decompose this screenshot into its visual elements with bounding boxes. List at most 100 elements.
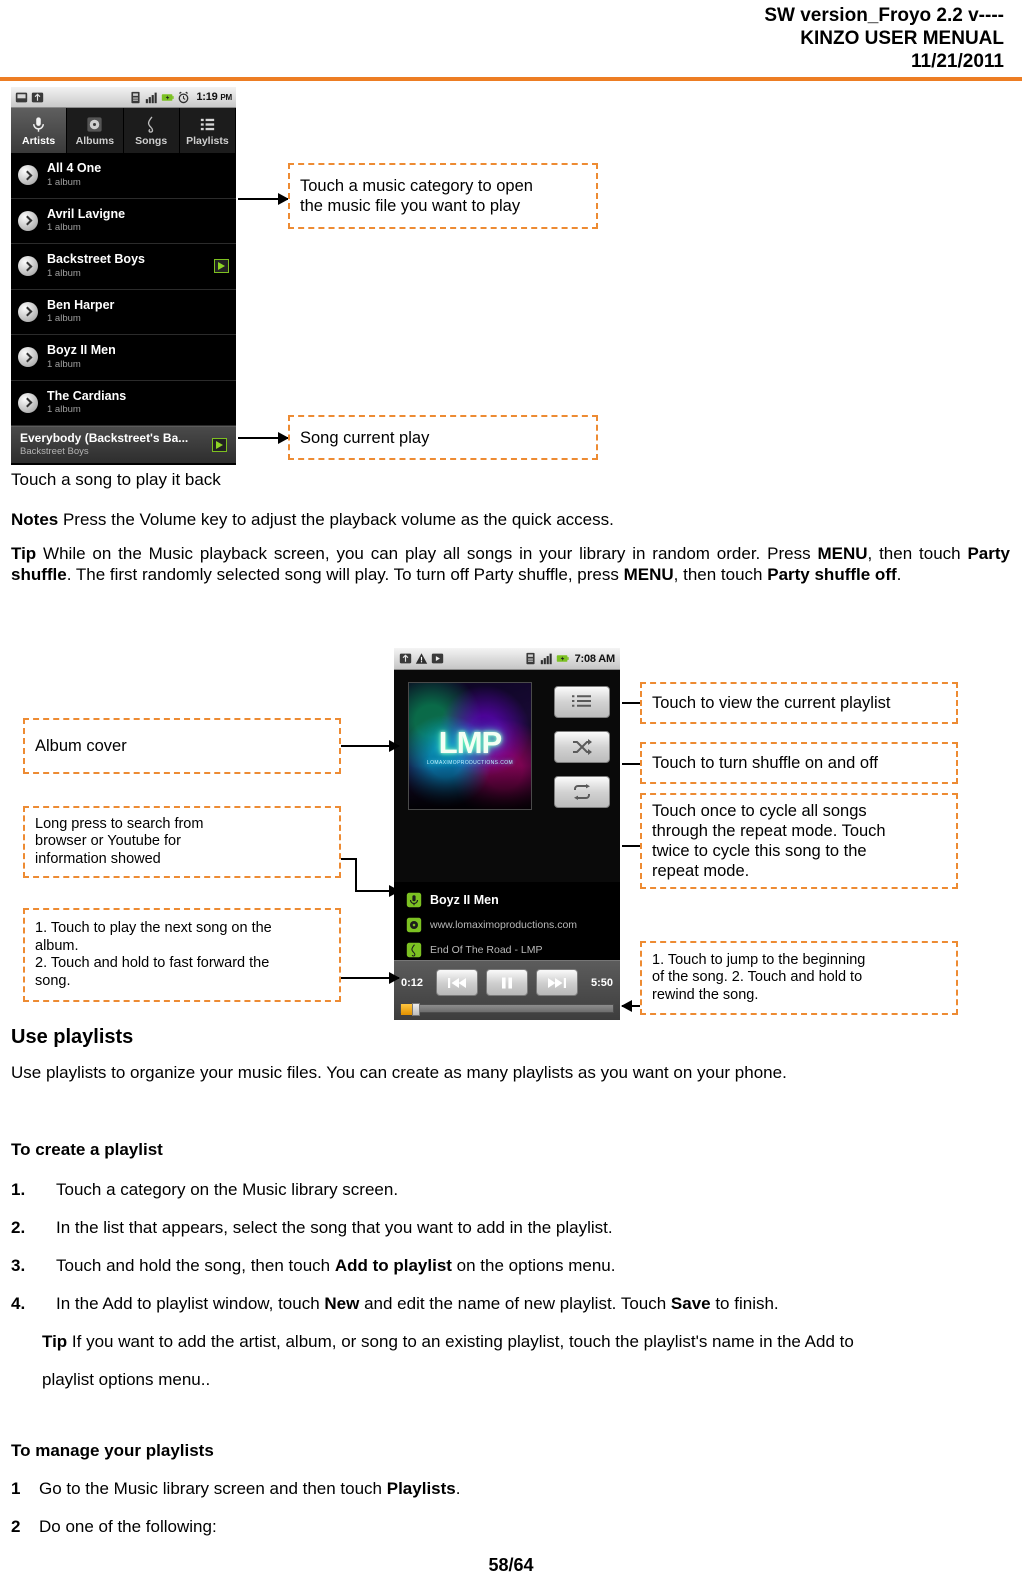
section-heading-use-playlists: Use playlists	[11, 1026, 134, 1048]
step-bold-playlists: Playlists	[386, 1479, 456, 1498]
previous-button[interactable]	[436, 969, 478, 996]
pause-icon	[502, 977, 512, 988]
chevron-right-icon	[18, 347, 38, 368]
step-item: 1. Touch a category on the Music library…	[11, 1179, 1010, 1200]
tip-part2: , then touch	[867, 544, 968, 563]
artist-album-count: 1 album	[47, 222, 81, 234]
callout-view-playlist-text: Touch to view the current playlist	[652, 694, 891, 712]
artist-album-count: 1 album	[47, 267, 81, 279]
metadata-artist-row: Boyz II Men	[406, 887, 608, 912]
duration-time: 5:50	[590, 976, 613, 989]
document-header: SW version_Froyo 2.2 v---- KINZO USER ME…	[0, 0, 1022, 73]
step-bold-save: Save	[670, 1294, 711, 1313]
tip-shuffle-paragraph: Tip While on the Music playback screen, …	[11, 543, 1010, 585]
signal-icon	[146, 92, 158, 103]
header-sw-version: SW version_Froyo 2.2 v----	[764, 5, 1004, 26]
treble-clef-icon	[406, 942, 422, 957]
play-icon	[431, 653, 444, 664]
callout-touch-category: Touch a music category to open the music…	[288, 163, 598, 229]
track-album: www.lomaximoproductions.com	[430, 918, 578, 931]
now-playing-indicator-icon	[214, 259, 229, 274]
step-item: 3. Touch and hold the song, then touch A…	[11, 1255, 1010, 1276]
music-library-screenshot: 1:19 PM Artists Albums Songs Playlists A…	[11, 87, 236, 465]
disc-icon	[406, 917, 422, 932]
list-item[interactable]: All 4 One 1 album	[11, 153, 236, 199]
next-button[interactable]	[536, 969, 578, 996]
step-item: 4. In the Add to playlist window, touch …	[11, 1293, 1010, 1314]
callout-rewind-text: 1. Touch to jump to the beginning of the…	[652, 951, 866, 1003]
alarm-icon	[178, 91, 189, 103]
track-metadata: Boyz II Men www.lomaximoproductions.com …	[394, 882, 620, 962]
pause-button[interactable]	[486, 969, 528, 996]
tip-bold-party-shuffle-off: Party shuffle off	[767, 565, 897, 584]
shuffle-button[interactable]	[554, 731, 610, 763]
tip-bold-menu-1: MENU	[817, 544, 868, 563]
callout-arrow-long-press	[355, 885, 400, 897]
now-playing-artist: Backstreet Boys	[20, 446, 89, 458]
chevron-right-icon	[18, 256, 38, 277]
list-item[interactable]: Backstreet Boys 1 album	[11, 244, 236, 290]
seek-progress	[401, 1004, 412, 1015]
tab-songs[interactable]: Songs	[123, 108, 180, 153]
step-number: 2	[11, 1517, 21, 1536]
elapsed-time: 0:12	[401, 976, 424, 989]
album-cover-art[interactable]: LMP LOMAXIMOPRODUCTIONS.COM	[408, 682, 532, 810]
header-rule	[0, 77, 1022, 81]
chevron-right-icon	[18, 210, 38, 231]
header-manual-title: KINZO USER MENUAL	[800, 28, 1004, 49]
callout-arrow-category	[238, 193, 289, 205]
repeat-icon	[574, 784, 590, 800]
usb-icon	[31, 92, 44, 102]
repeat-button[interactable]	[554, 776, 610, 808]
callout-long-press: Long press to search from browser or You…	[23, 806, 341, 878]
header-date: 11/21/2011	[911, 51, 1004, 72]
transport-controls: 0:12 5:50	[394, 960, 620, 1020]
list-item[interactable]: Boyz II Men 1 album	[11, 335, 236, 381]
track-artist: Boyz II Men	[430, 892, 499, 907]
tab-playlists-label: Playlists	[186, 134, 229, 147]
step-text: Touch and hold the song, then touch Add …	[56, 1256, 616, 1275]
album-art-subtitle: LOMAXIMOPRODUCTIONS.COM	[426, 759, 514, 766]
tip-bold-menu-2: MENU	[623, 565, 674, 584]
library-tab-bar[interactable]: Artists Albums Songs Playlists	[11, 108, 236, 153]
callout-leader-long-press-h	[341, 858, 357, 860]
step-number: 4.	[11, 1294, 26, 1313]
list-item[interactable]: Ben Harper 1 album	[11, 290, 236, 335]
status-bar: 1:19 PM	[11, 87, 236, 108]
now-playing-bar[interactable]: Everybody (Backstreet's Ba... Backstreet…	[11, 426, 236, 463]
manage-step-item: 2 Do one of the following:	[11, 1516, 1010, 1537]
next-icon	[548, 977, 566, 988]
chevron-right-icon	[18, 301, 38, 322]
seek-handle[interactable]	[412, 1003, 420, 1016]
status-bar-time: 1:19 PM	[196, 91, 232, 103]
step-text: Do one of the following:	[39, 1517, 217, 1536]
sim-icon	[526, 652, 535, 665]
callout-song-current-play: Song current play	[288, 415, 598, 460]
callout-long-press-text: Long press to search from browser or You…	[35, 815, 204, 867]
callout-arrow-album-cover	[341, 740, 400, 752]
tab-playlists[interactable]: Playlists	[179, 108, 236, 153]
tab-artists[interactable]: Artists	[11, 108, 68, 153]
shuffle-icon	[573, 739, 592, 755]
usb-icon	[399, 653, 412, 664]
battery-icon	[556, 655, 569, 662]
tip-create-playlist-line2: playlist options menu..	[42, 1370, 211, 1389]
step-item: 2. In the list that appears, select the …	[11, 1217, 1010, 1238]
battery-icon	[162, 93, 174, 101]
list-item[interactable]: The Cardians 1 album	[11, 381, 236, 426]
previous-icon	[448, 977, 466, 988]
tip-label: Tip	[42, 1332, 68, 1351]
artist-name: Avril Lavigne	[47, 206, 126, 221]
tab-albums[interactable]: Albums	[67, 108, 124, 153]
playlist-button[interactable]	[554, 686, 610, 718]
callout-touch-category-text: Touch a music category to open the music…	[300, 177, 533, 215]
callout-shuffle: Touch to turn shuffle on and off	[640, 742, 958, 784]
sim-icon	[131, 91, 140, 103]
artist-name: Boyz II Men	[47, 343, 116, 358]
step-number: 1	[11, 1479, 21, 1498]
now-playing-screenshot: 7:08 AM LMP LOMAXIMOPRODUCTIONS.COM Boyz…	[394, 648, 620, 1020]
list-item[interactable]: Avril Lavigne 1 album	[11, 199, 236, 244]
seek-bar[interactable]	[400, 1003, 614, 1016]
callout-next-song-text: 1. Touch to play the next song on the al…	[35, 920, 272, 989]
warning-icon	[415, 653, 428, 664]
